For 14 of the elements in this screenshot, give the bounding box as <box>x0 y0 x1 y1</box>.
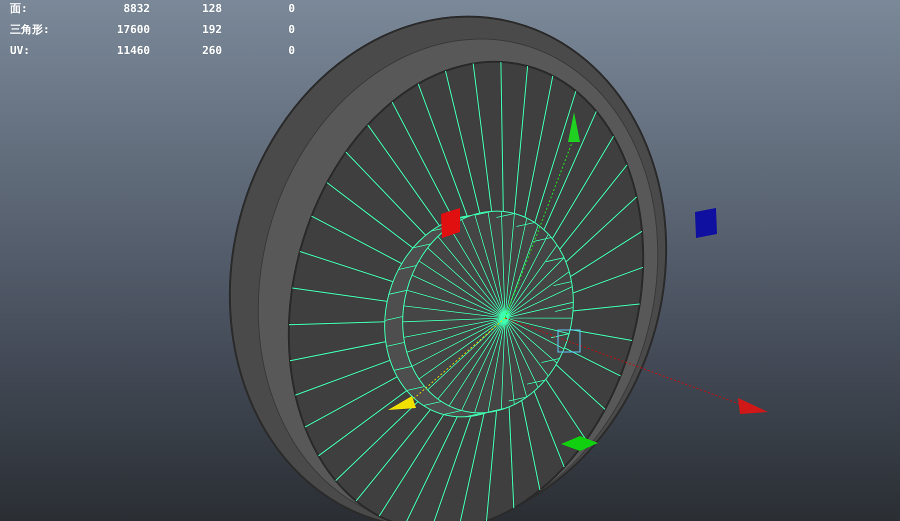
stat-label: UV: <box>10 43 31 59</box>
stat-value: 0 <box>287 43 295 59</box>
stat-value: 0 <box>287 22 295 38</box>
stat-value: 8832 <box>122 1 150 17</box>
stat-value: 11460 <box>116 43 150 59</box>
move-manipulator-drawing[interactable] <box>388 112 768 451</box>
stat-value: 192 <box>201 22 222 38</box>
stat-value: 260 <box>201 43 222 59</box>
stat-label: 三角形: <box>10 22 51 38</box>
stat-value: 128 <box>201 1 222 17</box>
stat-value: 0 <box>287 1 295 17</box>
wheel-drawing[interactable] <box>229 16 667 521</box>
stat-label: 面: <box>10 1 29 17</box>
stat-value: 17600 <box>116 22 150 38</box>
